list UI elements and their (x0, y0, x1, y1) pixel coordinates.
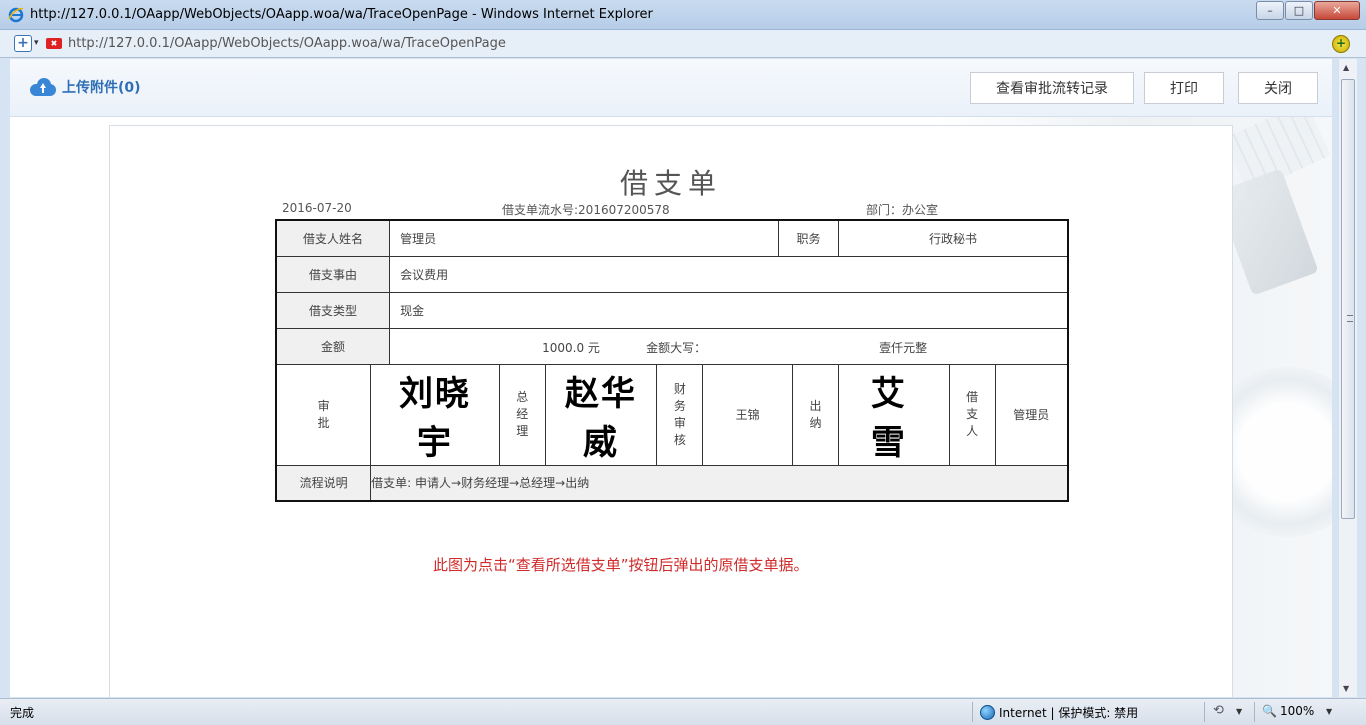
amount-upper-value: 壹仟元整 (879, 341, 928, 355)
upload-label: 上传附件(0) (62, 80, 141, 96)
window-title: http://127.0.0.1/OAapp/WebObjects/OAapp.… (30, 7, 653, 22)
borrower-signature-name: 管理员 (994, 363, 1069, 466)
signature-row: 审 批 刘晓宇 总 经 理 赵华威 财 务 审 核 王锦 出 纳 艾雪 借 支 … (275, 363, 1069, 466)
amount-value: 1000.0 元 (542, 341, 600, 355)
chevron-down-icon[interactable]: ▼ (1326, 707, 1332, 716)
flow-text: 借支单: 申请人→财务经理→总经理→出纳 (370, 464, 1069, 502)
upload-attachment-button[interactable]: 上传附件(0) (30, 77, 141, 97)
reason-label: 借支事由 (275, 255, 391, 293)
window-controls: – □ ✕ (1256, 1, 1360, 20)
address-bar: + ▾ ✖ http://127.0.0.1/OAapp/WebObjects/… (0, 30, 1366, 58)
cashier-signature: 艾雪 (837, 363, 950, 466)
close-window-button[interactable]: ✕ (1314, 1, 1360, 20)
position-value: 行政秘书 (837, 219, 1069, 257)
zone-text: Internet | 保护模式: 禁用 (999, 706, 1139, 720)
loan-form-table: 借支人姓名 管理员 职务 行政秘书 借支事由 会议费用 借支类型 现金 金额 1… (275, 219, 1069, 502)
view-approval-history-button[interactable]: 查看审批流转记录 (970, 72, 1134, 104)
new-tab-icon[interactable]: + (14, 35, 32, 52)
maximize-button[interactable]: □ (1285, 1, 1313, 20)
chevron-down-icon[interactable]: ▼ (1236, 707, 1242, 716)
vertical-scrollbar[interactable]: ▲ ▼ (1338, 59, 1357, 697)
security-zone[interactable]: Internet | 保护模式: 禁用 (980, 704, 1138, 721)
cashier-label: 出 纳 (792, 363, 839, 466)
loan-form-paper: 借支单 2016-07-20 借支单流水号:201607200578 部门：办公… (109, 125, 1233, 697)
type-value: 现金 (389, 291, 1069, 329)
url-field[interactable]: http://127.0.0.1/OAapp/WebObjects/OAapp.… (68, 36, 506, 51)
annotation-note: 此图为点击“查看所选借支单”按钮后弹出的原借支单据。 (433, 556, 809, 574)
approval-signature: 刘晓宇 (370, 363, 500, 466)
approval-label: 审 批 (275, 363, 372, 466)
print-button[interactable]: 打印 (1144, 72, 1224, 104)
page-error-icon: ✖ (46, 38, 62, 49)
cloud-upload-icon (30, 78, 56, 96)
window-titlebar: http://127.0.0.1/OAapp/WebObjects/OAapp.… (0, 0, 1366, 30)
table-row: 金额 1000.0 元 金额大写： 壹仟元整 (275, 327, 1069, 365)
globe-icon (980, 705, 995, 720)
document-department: 部门：办公室 (866, 203, 939, 217)
borrower-label: 借 支 人 (948, 363, 996, 466)
chevron-down-icon[interactable]: ▾ (34, 38, 39, 48)
document-date: 2016-07-20 (282, 201, 352, 215)
compatibility-icon[interactable]: + (1332, 35, 1350, 53)
table-row: 借支事由 会议费用 (275, 255, 1069, 293)
flow-label: 流程说明 (275, 464, 372, 502)
protected-mode-icon[interactable]: ⟲ (1213, 703, 1224, 718)
borrower-name-value: 管理员 (389, 219, 780, 257)
amount-label: 金额 (275, 327, 391, 365)
close-button[interactable]: 关闭 (1238, 72, 1318, 104)
scroll-down-icon[interactable]: ▼ (1343, 684, 1349, 693)
gm-signature: 赵华威 (544, 363, 658, 466)
zoom-icon: 🔍 (1262, 704, 1277, 718)
minimize-button[interactable]: – (1256, 1, 1284, 20)
position-label: 职务 (778, 219, 839, 257)
zoom-level: 100% (1279, 704, 1315, 718)
amount-cell: 1000.0 元 金额大写： 壹仟元整 (389, 327, 1069, 365)
finance-name: 王锦 (702, 363, 794, 466)
scroll-thumb[interactable] (1341, 79, 1355, 519)
borrower-name-label: 借支人姓名 (275, 219, 391, 257)
finance-label: 财 务 审 核 (656, 363, 704, 466)
table-row: 借支类型 现金 (275, 291, 1069, 329)
ie-logo-icon (8, 7, 24, 23)
document-title: 借支单 (619, 167, 722, 200)
type-label: 借支类型 (275, 291, 391, 329)
content-area: 借支单 2016-07-20 借支单流水号:201607200578 部门：办公… (10, 117, 1332, 697)
status-bar: 完成 Internet | 保护模式: 禁用 ⟲ ▼ 🔍 100% ▼ (0, 698, 1366, 725)
flow-row: 流程说明 借支单: 申请人→财务经理→总经理→出纳 (275, 464, 1069, 502)
amount-upper-label: 金额大写： (646, 341, 707, 355)
table-row: 借支人姓名 管理员 职务 行政秘书 (275, 219, 1069, 257)
page-toolbar: 上传附件(0) 查看审批流转记录 打印 关闭 (10, 59, 1332, 117)
document-serial: 借支单流水号:201607200578 (502, 203, 670, 217)
status-text: 完成 (10, 706, 35, 720)
scroll-up-icon[interactable]: ▲ (1343, 63, 1349, 72)
gm-label: 总 经 理 (498, 363, 546, 466)
reason-value: 会议费用 (389, 255, 1069, 293)
zoom-control[interactable]: 🔍 100% (1262, 704, 1314, 718)
